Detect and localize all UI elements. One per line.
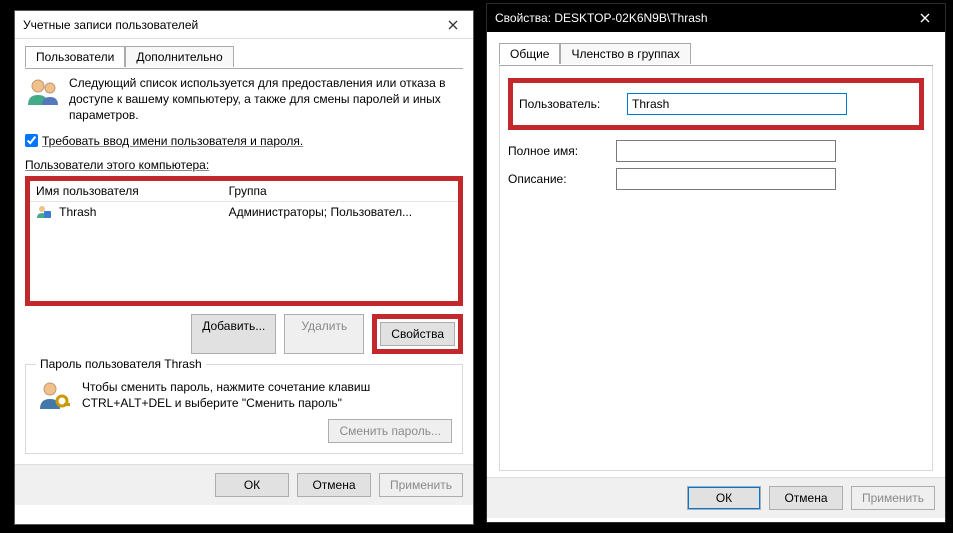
change-password-button: Сменить пароль... <box>328 419 452 443</box>
fullname-label: Полное имя: <box>508 144 608 158</box>
password-icon <box>36 379 72 415</box>
description-label: Описание: <box>508 172 608 186</box>
tab-membership[interactable]: Членство в группах <box>560 43 690 64</box>
remove-button: Удалить <box>284 314 364 354</box>
titlebar: Свойства: DESKTOP-02K6N9B\Thrash <box>487 4 945 32</box>
users-icon <box>25 75 61 111</box>
col-group[interactable]: Группа <box>223 181 458 201</box>
password-legend: Пароль пользователя Thrash <box>36 357 206 371</box>
user-row-icon <box>36 205 52 219</box>
users-table[interactable]: Имя пользователя Группа Thrash Администр… <box>25 176 463 306</box>
description-text: Следующий список используется для предос… <box>69 75 463 124</box>
tab-users[interactable]: Пользователи <box>25 46 125 67</box>
require-credentials-label: Требовать ввод имени пользователя и паро… <box>42 134 303 148</box>
user-cell: Thrash <box>59 205 96 219</box>
cancel-button[interactable]: Отмена <box>769 486 843 510</box>
fullname-input[interactable] <box>616 140 836 162</box>
tab-advanced[interactable]: Дополнительно <box>125 46 233 67</box>
tabs: ОбщиеЧленство в группах <box>499 42 933 66</box>
description-input[interactable] <box>616 168 836 190</box>
ok-button[interactable]: ОК <box>687 486 761 510</box>
dialog-footer: ОК Отмена Применить <box>15 464 473 505</box>
dialog-title: Свойства: DESKTOP-02K6N9B\Thrash <box>495 11 708 25</box>
close-button[interactable] <box>433 11 473 39</box>
apply-button: Применить <box>379 473 463 497</box>
dialog-title: Учетные записи пользователей <box>23 18 198 32</box>
username-highlight: Пользователь: <box>508 78 924 130</box>
add-button[interactable]: Добавить... <box>191 314 276 354</box>
password-fieldset: Пароль пользователя Thrash Чтобы сменить… <box>25 364 463 454</box>
properties-dialog: Свойства: DESKTOP-02K6N9B\Thrash ОбщиеЧл… <box>486 3 946 523</box>
user-label: Пользователь: <box>519 97 619 111</box>
require-credentials-checkbox[interactable]: Требовать ввод имени пользователя и паро… <box>25 134 463 148</box>
table-header: Имя пользователя Группа <box>30 181 458 202</box>
cancel-button[interactable]: Отмена <box>297 473 371 497</box>
users-list-label: Пользователи этого компьютера: <box>25 158 463 172</box>
apply-button: Применить <box>851 486 935 510</box>
properties-highlight: Свойства <box>372 314 463 354</box>
require-credentials-input[interactable] <box>25 134 38 147</box>
user-input[interactable] <box>627 93 847 115</box>
properties-button[interactable]: Свойства <box>380 322 455 346</box>
ok-button[interactable]: ОК <box>215 473 289 497</box>
titlebar: Учетные записи пользователей <box>15 11 473 39</box>
tabs: ПользователиДополнительно <box>25 45 463 69</box>
col-username[interactable]: Имя пользователя <box>30 181 223 201</box>
dialog-footer: ОК Отмена Применить <box>487 477 945 518</box>
group-cell: Администраторы; Пользовател... <box>223 202 458 222</box>
user-accounts-dialog: Учетные записи пользователей Пользовател… <box>14 10 474 525</box>
password-text: Чтобы сменить пароль, нажмите сочетание … <box>82 379 452 411</box>
tab-general[interactable]: Общие <box>499 43 560 64</box>
table-row[interactable]: Thrash Администраторы; Пользовател... <box>30 202 458 223</box>
close-button[interactable] <box>905 4 945 32</box>
